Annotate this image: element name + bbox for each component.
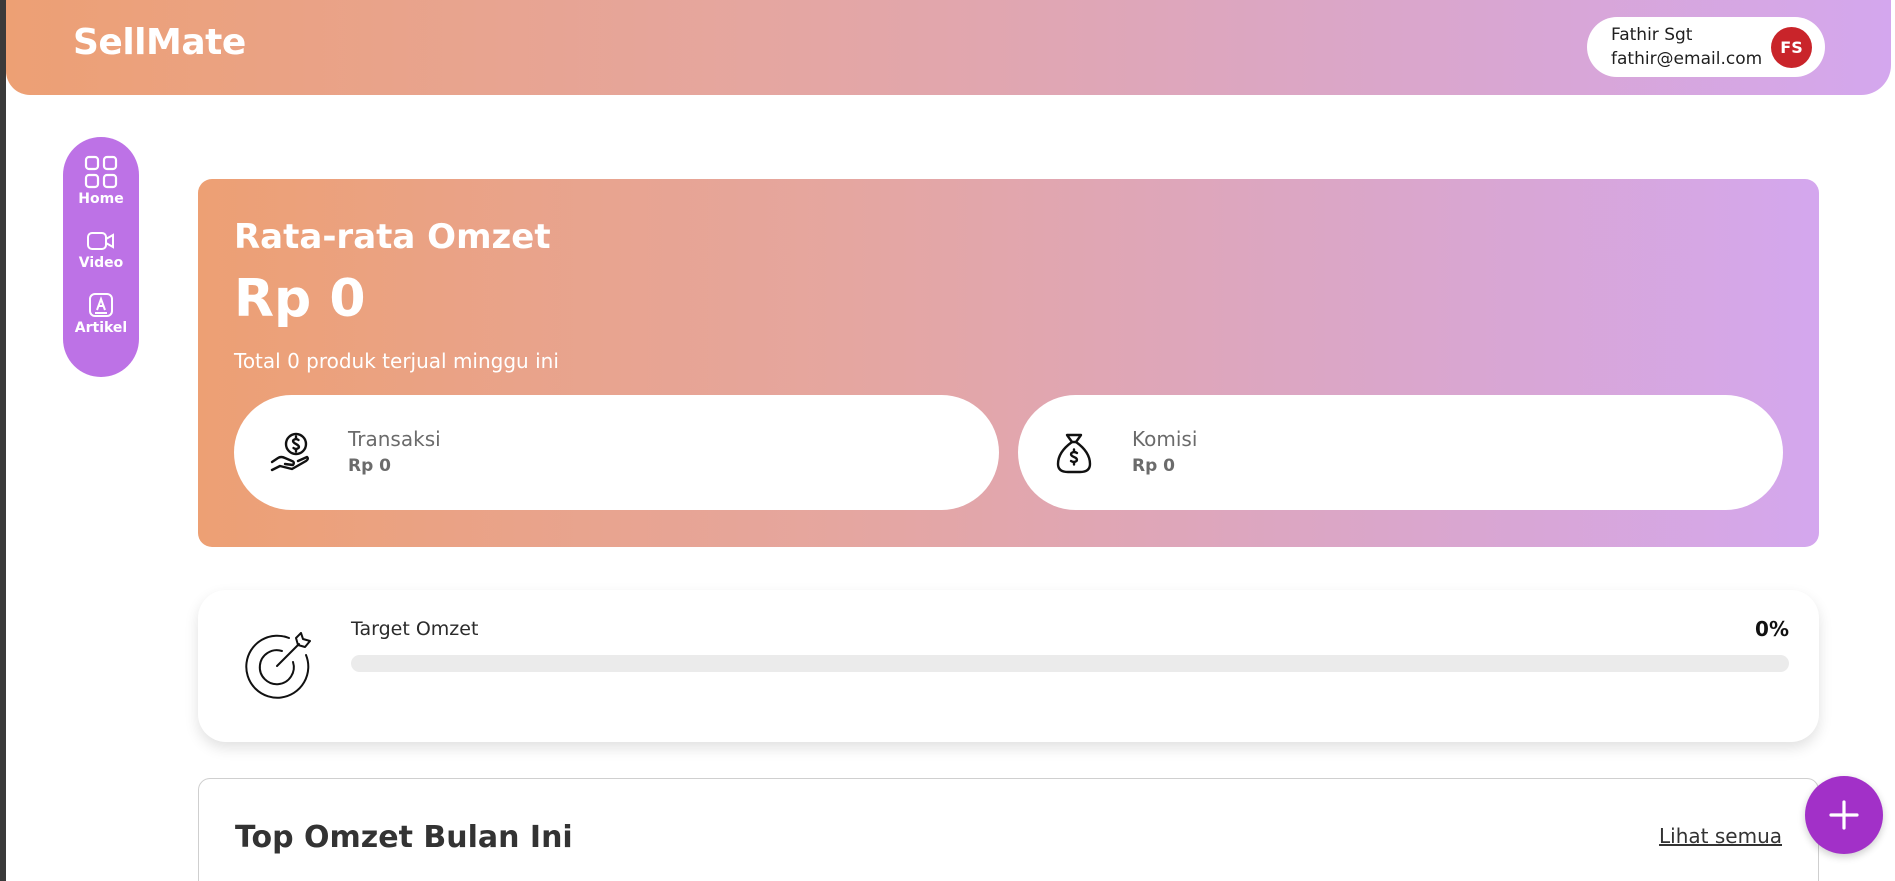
sidebar-item-label: Artikel bbox=[74, 320, 128, 336]
stat-value: Rp 0 bbox=[1132, 456, 1176, 476]
commission-card[interactable]: Komisi Rp 0 bbox=[1018, 395, 1783, 510]
user-menu[interactable]: Fathir Sgt fathir@email.com FS bbox=[1587, 17, 1825, 77]
app-window: SellMate Fathir Sgt fathir@email.com FS … bbox=[6, 0, 1895, 881]
stat-label: Komisi bbox=[1132, 427, 1198, 451]
stat-value: Rp 0 bbox=[348, 456, 392, 476]
money-bag-icon bbox=[1056, 433, 1092, 474]
target-progress-bar bbox=[351, 655, 1789, 672]
sidebar-item-home[interactable]: Home bbox=[63, 155, 139, 207]
target-omzet-card: Target Omzet 0% bbox=[198, 590, 1819, 742]
brand-logo[interactable]: SellMate bbox=[73, 22, 246, 63]
top-omzet-card: Top Omzet Bulan Ini Lihat semua bbox=[198, 778, 1819, 881]
grid-icon bbox=[84, 155, 118, 189]
add-button[interactable] bbox=[1805, 776, 1883, 854]
avatar[interactable]: FS bbox=[1771, 27, 1812, 68]
hero-value: Rp 0 bbox=[234, 269, 366, 329]
user-name: Fathir Sgt bbox=[1611, 25, 1693, 45]
sidebar-item-video[interactable]: Video bbox=[63, 229, 139, 271]
transaction-card[interactable]: Transaksi Rp 0 bbox=[234, 395, 999, 510]
hero-subtitle: Total 0 produk terjual minggu ini bbox=[234, 349, 559, 373]
sidebar-item-artikel[interactable]: Artikel bbox=[63, 292, 139, 336]
sidebar-item-label: Home bbox=[78, 191, 124, 207]
side-nav: Home Video Artikel bbox=[63, 137, 139, 377]
see-all-link[interactable]: Lihat semua bbox=[1659, 824, 1782, 848]
target-percent: 0% bbox=[1755, 617, 1789, 641]
hand-coin-icon bbox=[270, 432, 309, 472]
top-bar: SellMate Fathir Sgt fathir@email.com FS bbox=[6, 0, 1891, 95]
video-icon bbox=[87, 232, 114, 250]
plus-icon bbox=[1829, 800, 1859, 830]
hero-title: Rata-rata Omzet bbox=[234, 217, 551, 257]
target-label: Target Omzet bbox=[351, 618, 479, 640]
target-dart-icon bbox=[245, 632, 311, 699]
user-email: fathir@email.com bbox=[1611, 49, 1763, 69]
average-omzet-card: Rata-rata Omzet Rp 0 Total 0 produk terj… bbox=[198, 179, 1819, 547]
stat-label: Transaksi bbox=[348, 427, 441, 451]
article-icon bbox=[89, 293, 113, 317]
section-title: Top Omzet Bulan Ini bbox=[235, 820, 573, 855]
sidebar-item-label: Video bbox=[78, 255, 124, 271]
